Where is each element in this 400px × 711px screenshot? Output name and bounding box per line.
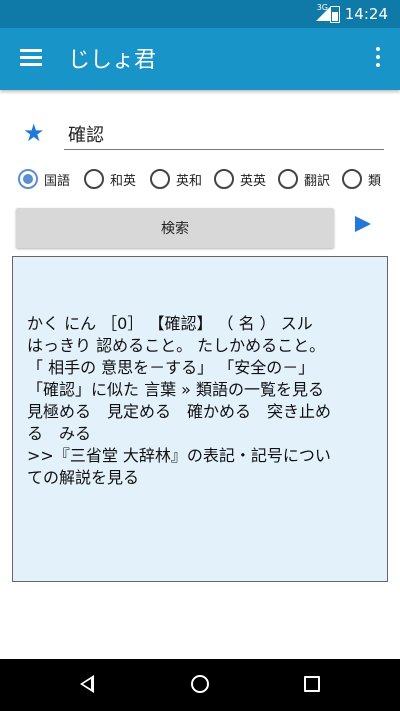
clock: 14:24 (344, 5, 388, 23)
definition-line[interactable]: ての解説を見る (27, 467, 377, 489)
status-bar: 3G 14:24 (0, 0, 400, 28)
definition-text: かく にん ［0］ 【確認】 （ 名 ） スル はっきり 認めること。 たしかめ… (27, 313, 377, 489)
radio-waei[interactable]: 和英 (84, 166, 136, 192)
signal-icon (316, 7, 330, 21)
radio-circle (342, 169, 362, 189)
definition-line: かく にん ［0］ 【確認】 （ 名 ） スル (27, 314, 313, 333)
radio-eiei[interactable]: 英英 (214, 166, 266, 192)
radio-label: 英英 (240, 173, 267, 189)
radio-label: 和英 (110, 173, 137, 189)
definition-line[interactable]: >>『三省堂 大辞林』の表記・記号につい (27, 445, 377, 467)
definition-line: 「 相手の 意思を－する」 「安全の－」 (27, 358, 315, 377)
radio-circle (84, 169, 104, 189)
radio-label: 国語 (44, 173, 71, 189)
more-vert-icon[interactable] (376, 47, 380, 71)
radio-honyaku[interactable]: 翻訳 (278, 166, 330, 192)
radio-eiwa[interactable]: 英和 (150, 166, 202, 192)
hamburger-icon[interactable] (20, 49, 42, 67)
radio-label: 翻訳 (304, 173, 331, 189)
definition-line: る みる (27, 424, 92, 443)
radio-rui[interactable]: 類 (342, 166, 381, 192)
play-arrow-icon[interactable] (355, 216, 371, 232)
radio-circle (18, 169, 38, 189)
navigation-bar (0, 659, 400, 711)
home-icon[interactable] (191, 675, 209, 693)
radio-circle (278, 169, 298, 189)
radio-circle (150, 169, 170, 189)
dictionary-selector: 国語 和英 英和 英英 翻訳 類 (18, 166, 400, 194)
back-icon[interactable] (80, 675, 94, 693)
search-button[interactable]: 検索 (16, 208, 334, 248)
search-input[interactable] (64, 120, 384, 150)
radio-label: 類 (368, 173, 382, 189)
radio-kokugo[interactable]: 国語 (18, 166, 70, 192)
definition-line: はっきり 認めること。 たしかめること。 (27, 336, 326, 355)
app-bar: じしょ君 (0, 28, 400, 90)
star-icon[interactable]: ★ (23, 119, 45, 147)
app-title: じしょ君 (68, 48, 157, 73)
definition-line[interactable]: 「確認」に似た 言葉 » 類語の一覧を見る (27, 379, 377, 401)
definition-line: 見極める 見定める 確かめる 突き止め (27, 402, 332, 421)
recent-apps-icon[interactable] (304, 676, 320, 692)
result-panel: かく にん ［0］ 【確認】 （ 名 ） スル はっきり 認めること。 たしかめ… (12, 256, 388, 582)
radio-label: 英和 (176, 173, 203, 189)
battery-icon (330, 6, 340, 23)
radio-circle (214, 169, 234, 189)
